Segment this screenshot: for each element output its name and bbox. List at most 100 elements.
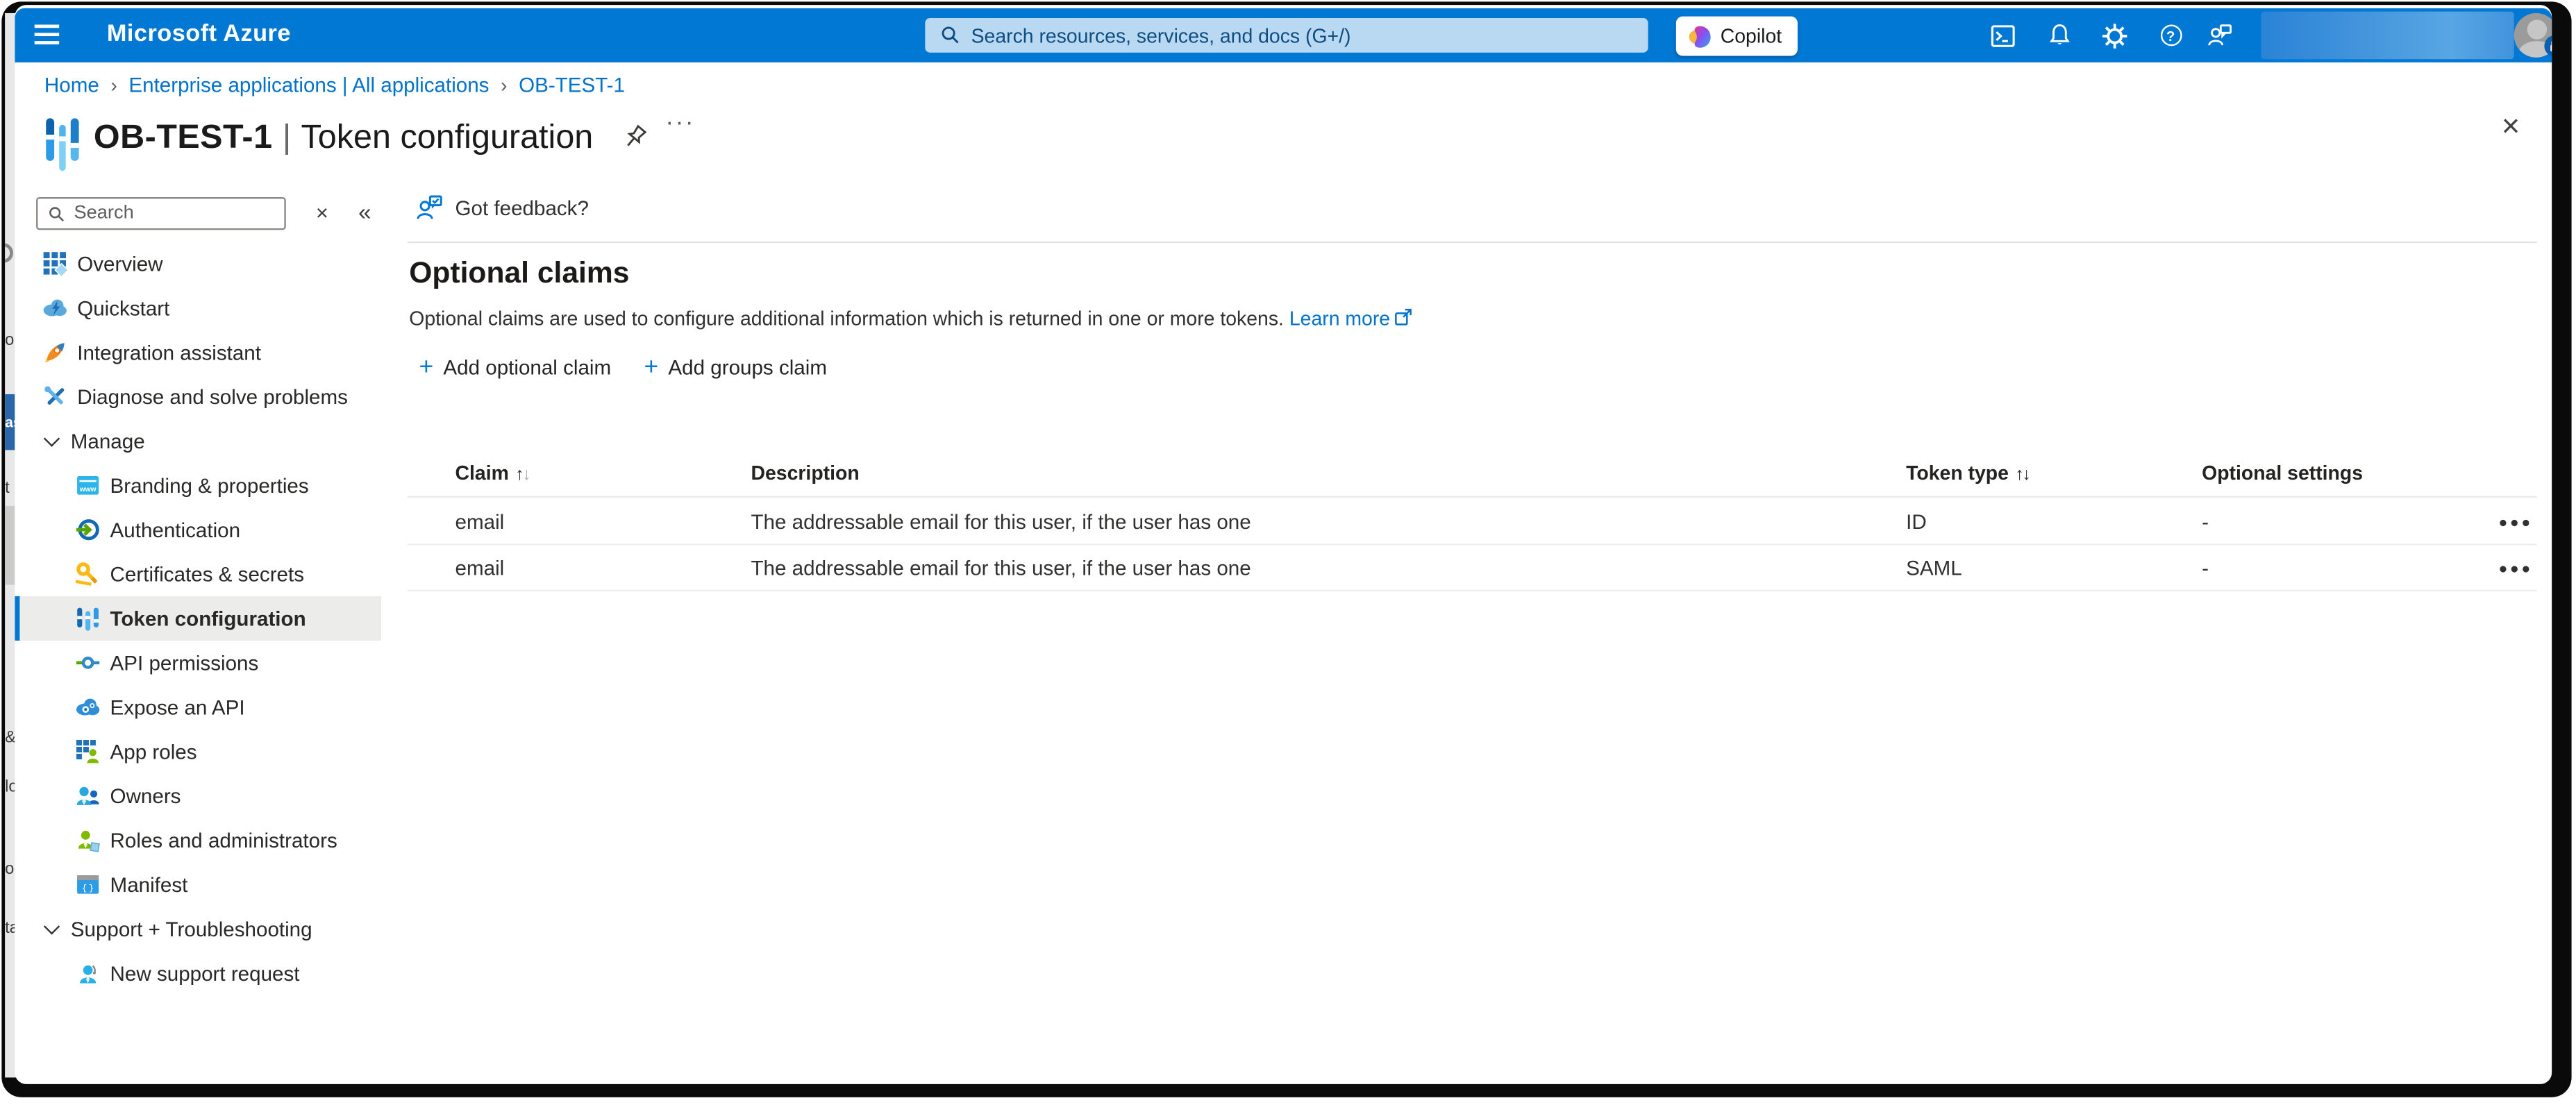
sidebar-item-overview[interactable]: Overview: [33, 242, 381, 286]
cell-claim: email: [455, 511, 505, 534]
sidebar-item-label: Roles and administrators: [110, 829, 337, 852]
screenshot-stage: or as t & lo on ta Microsoft Azure: [0, 0, 2576, 1105]
chevron-down-icon: [44, 918, 60, 934]
azure-portal-window: Microsoft Azure Copilot: [15, 5, 2552, 1084]
sidebar-item-label: New support request: [110, 962, 300, 985]
sidebar-item-token-configuration[interactable]: Token configuration: [15, 596, 381, 641]
claims-table-header: Claim↑↓ Description Token type↑↓ Optiona…: [408, 452, 2537, 498]
plus-icon: +: [644, 355, 658, 379]
sidebar-item-authentication[interactable]: Authentication: [33, 507, 381, 552]
got-feedback-label: Got feedback?: [455, 196, 589, 219]
sidebar-section-manage[interactable]: Manage: [33, 419, 381, 463]
sidebar-item-certificates-secrets[interactable]: Certificates & secrets: [33, 552, 381, 596]
support-person-icon: [76, 961, 100, 985]
sidebar-item-owners[interactable]: Owners: [33, 774, 381, 818]
rocket-icon: [43, 340, 67, 364]
sidebar-section-label: Support + Troubleshooting: [71, 918, 312, 940]
browser-www-icon: www: [76, 473, 100, 498]
sidebar-item-label: Certificates & secrets: [110, 563, 304, 586]
add-optional-claim-button[interactable]: + Add optional claim: [419, 355, 611, 379]
sidebar-section-label: Manage: [71, 430, 145, 453]
sidebar-item-label: Owners: [110, 784, 181, 807]
sidebar-item-label: Token configuration: [110, 607, 306, 630]
sidebar-item-diagnose[interactable]: Diagnose and solve problems: [33, 375, 381, 419]
sidebar-item-label: Quickstart: [77, 296, 169, 319]
background-fragment: t: [5, 480, 10, 498]
blade-content: Got feedback? Optional claims Optional c…: [408, 5, 2541, 1084]
sidebar-item-label: Overview: [77, 252, 162, 275]
sidebar-item-expose-an-api[interactable]: Expose an API: [33, 685, 381, 729]
token-sliders-icon: [76, 606, 100, 630]
overview-grid-cube-icon: [43, 251, 67, 276]
column-header-optional-settings[interactable]: Optional settings: [2202, 462, 2363, 484]
row-context-menu-icon[interactable]: ●●●: [2494, 506, 2537, 539]
svg-text:{ }: { }: [82, 884, 94, 893]
column-header-claim[interactable]: Claim↑↓: [455, 462, 530, 484]
code-window-icon: { }: [76, 872, 100, 897]
token-configuration-blade-icon: [46, 115, 82, 171]
key-icon: [76, 562, 100, 586]
cloud-lightning-icon: [43, 296, 67, 320]
table-row[interactable]: email The addressable email for this use…: [408, 499, 2537, 545]
crossed-tools-icon: [43, 385, 67, 409]
optional-claims-heading: Optional claims: [409, 256, 629, 291]
external-link-icon: [1394, 307, 1413, 327]
breadcrumb-separator: ›: [110, 74, 117, 96]
azure-brand[interactable]: Microsoft Azure: [107, 22, 291, 48]
sidebar-item-quickstart[interactable]: Quickstart: [33, 286, 381, 330]
optional-claims-description: Optional claims are used to configure ad…: [409, 307, 1413, 330]
add-groups-claim-button[interactable]: + Add groups claim: [644, 355, 826, 379]
sidebar-item-label: Manifest: [110, 873, 188, 896]
cell-description: The addressable email for this user, if …: [751, 511, 1251, 534]
api-permissions-icon: [76, 650, 100, 675]
sidebar-item-new-support-request[interactable]: New support request: [33, 951, 381, 995]
sort-arrows-icon: ↑↓: [515, 465, 529, 484]
cell-optional-settings: -: [2202, 511, 2209, 534]
grid-person-icon: [76, 739, 100, 764]
sidebar-item-label: Integration assistant: [77, 341, 261, 364]
sidebar-collapse-icon[interactable]: «: [350, 197, 380, 227]
cell-token-type: SAML: [1906, 557, 1962, 580]
cell-description: The addressable email for this user, if …: [751, 557, 1251, 580]
learn-more-link[interactable]: Learn more: [1289, 307, 1390, 330]
search-icon: [48, 205, 66, 223]
sidebar-item-manifest[interactable]: { } Manifest: [33, 862, 381, 906]
column-header-token-type[interactable]: Token type↑↓: [1906, 462, 2029, 484]
command-bar: + Add optional claim + Add groups claim: [419, 355, 827, 379]
sidebar-item-label: Branding & properties: [110, 474, 309, 497]
got-feedback-button[interactable]: Got feedback?: [416, 194, 589, 221]
hamburger-menu-icon[interactable]: [28, 19, 71, 52]
person-cube-icon: [76, 828, 100, 852]
sidebar-search-box[interactable]: [36, 197, 286, 230]
breadcrumb-home-link[interactable]: Home: [44, 74, 99, 96]
sidebar-item-label: Diagnose and solve problems: [77, 385, 348, 408]
sign-in-icon: [76, 517, 100, 541]
column-header-description[interactable]: Description: [751, 462, 859, 484]
content-divider: [408, 242, 2537, 243]
chevron-down-icon: [44, 430, 60, 446]
table-row[interactable]: email The addressable email for this use…: [408, 546, 2537, 591]
sidebar-item-label: App roles: [110, 740, 197, 763]
sidebar-item-roles-administrators[interactable]: Roles and administrators: [33, 818, 381, 863]
sidebar-item-label: Expose an API: [110, 695, 245, 718]
sidebar-item-app-roles[interactable]: App roles: [33, 729, 381, 774]
sidebar-search-clear-icon[interactable]: ×: [308, 199, 337, 228]
sidebar-item-label: API permissions: [110, 651, 259, 674]
sidebar-item-api-permissions[interactable]: API permissions: [33, 641, 381, 685]
table-header-divider: [408, 496, 2537, 498]
cell-claim: email: [455, 557, 505, 580]
plus-icon: +: [419, 355, 433, 379]
sidebar-section-support-troubleshooting[interactable]: Support + Troubleshooting: [33, 906, 381, 951]
sidebar-search-input[interactable]: [74, 203, 284, 223]
cloud-gear-icon: [76, 695, 100, 719]
app-name: OB-TEST-1: [94, 118, 273, 155]
lock-icon: [2543, 35, 2552, 58]
sidebar-item-branding-properties[interactable]: www Branding & properties: [33, 463, 381, 507]
sidebar-item-label: Authentication: [110, 518, 241, 541]
title-separator: |: [283, 118, 292, 155]
row-context-menu-icon[interactable]: ●●●: [2494, 552, 2537, 584]
sort-arrows-icon: ↑↓: [2015, 465, 2029, 484]
sidebar-item-integration-assistant[interactable]: Integration assistant: [33, 330, 381, 375]
sidebar-nav: Overview Quickstart: [33, 242, 381, 995]
cell-token-type: ID: [1906, 511, 1927, 534]
